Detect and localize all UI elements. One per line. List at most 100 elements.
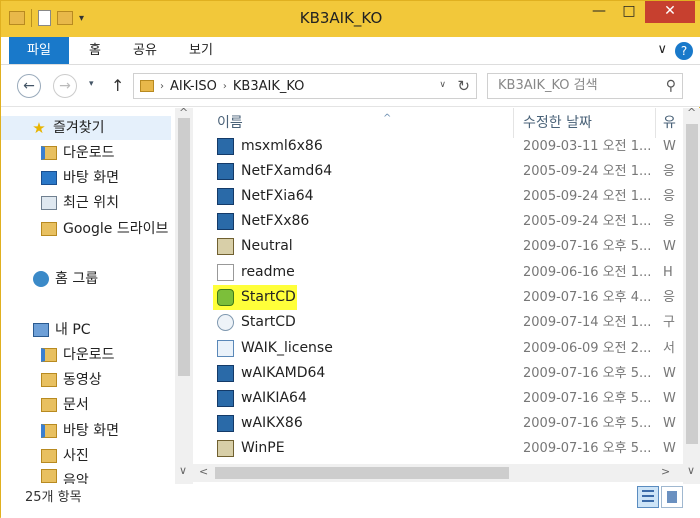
file-row[interactable]: WinPE 2009-07-16 오후 5... W — [213, 436, 683, 461]
sidebar-item-label: 즐겨찾기 — [53, 120, 105, 136]
search-icon[interactable]: ⚲ — [666, 74, 676, 98]
homegroup-icon — [33, 271, 49, 287]
sidebar-scrollbar[interactable]: ^ ∨ — [175, 106, 193, 484]
file-row[interactable]: NetFXx86 2005-09-24 오전 1... 응 — [213, 209, 683, 234]
breadcrumb-kb3aik-ko[interactable]: KB3AIK_KO — [233, 79, 305, 94]
sidebar-item-label: 내 PC — [55, 322, 91, 338]
navigation-pane: ★ 즐겨찾기 다운로드 바탕 화면 최근 위치 Google 드라이브 홈 그룹… — [1, 106, 193, 484]
address-dropdown-icon[interactable]: ∨ — [439, 80, 446, 90]
details-view-button[interactable] — [637, 486, 659, 508]
file-type: 응 — [663, 290, 675, 305]
file-row[interactable]: wAIKIA64 2009-07-16 오후 5... W — [213, 386, 683, 411]
file-name: StartCD — [241, 314, 296, 330]
vertical-scrollbar[interactable]: ^ ∨ — [683, 106, 700, 484]
file-name: wAIKAMD64 — [241, 365, 326, 381]
file-row-highlighted[interactable]: StartCD 2009-07-16 오후 4... 응 — [213, 285, 683, 310]
title-bar: ▾ KB3AIK_KO — □ ✕ — [1, 1, 700, 37]
sidebar-item-pc-desktop[interactable]: 바탕 화면 — [41, 419, 119, 443]
pc-icon — [33, 323, 49, 337]
setup-file-icon — [217, 390, 234, 407]
cab-file-icon — [217, 238, 234, 255]
sidebar-item-this-pc[interactable]: 내 PC — [33, 318, 91, 342]
back-button[interactable]: ← — [17, 74, 41, 98]
tab-file[interactable]: 파일 — [9, 37, 69, 64]
scroll-right-icon[interactable]: > — [661, 465, 670, 478]
setup-file-icon — [217, 163, 234, 180]
file-type: W — [663, 239, 676, 254]
sidebar-item-homegroup[interactable]: 홈 그룹 — [33, 267, 98, 291]
config-file-icon — [217, 314, 234, 331]
up-button[interactable]: ↑ — [111, 76, 124, 95]
horizontal-scrollbar[interactable]: < > — [193, 464, 683, 482]
status-bar: 25개 항목 — [1, 484, 700, 518]
vertical-scroll-thumb[interactable] — [686, 124, 698, 444]
file-row[interactable]: wAIKAMD64 2009-07-16 오후 5... W — [213, 361, 683, 386]
sidebar-scroll-thumb[interactable] — [178, 118, 190, 376]
file-name: StartCD — [241, 289, 296, 305]
tab-share[interactable]: 공유 — [125, 37, 165, 64]
sidebar-item-downloads[interactable]: 다운로드 — [41, 141, 115, 165]
sidebar-item-google-drive[interactable]: Google 드라이브 — [41, 217, 168, 241]
sidebar-item-pc-downloads[interactable]: 다운로드 — [41, 343, 115, 367]
file-type: 구 — [663, 315, 675, 330]
sidebar-item-label: 바탕 화면 — [63, 170, 119, 186]
search-input[interactable]: KB3AIK_KO 검색 ⚲ — [487, 73, 683, 99]
scroll-left-icon[interactable]: < — [199, 465, 208, 478]
sidebar-item-recent[interactable]: 최근 위치 — [41, 191, 119, 215]
minimize-button[interactable]: — — [585, 1, 613, 23]
file-type: W — [663, 391, 676, 406]
file-date: 2009-07-16 오후 5... — [523, 416, 652, 431]
file-row[interactable]: NetFXamd64 2005-09-24 오전 1... 응 — [213, 159, 683, 184]
maximize-button[interactable]: □ — [615, 1, 643, 23]
scroll-down-icon[interactable]: ∨ — [179, 464, 187, 477]
file-row[interactable]: Neutral 2009-07-16 오후 5... W — [213, 234, 683, 259]
address-bar[interactable]: › AIK-ISO › KB3AIK_KO ∨ ↻ — [133, 73, 477, 99]
expand-ribbon-icon[interactable]: ∨ — [657, 42, 667, 60]
file-row[interactable]: WAIK_license 2009-06-09 오전 2... 서 — [213, 336, 683, 361]
details-view-icon — [642, 490, 654, 492]
file-row[interactable]: wAIKX86 2009-07-16 오후 5... W — [213, 411, 683, 436]
folder-icon — [41, 348, 57, 362]
file-row[interactable]: readme 2009-06-16 오전 1... H — [213, 260, 683, 285]
setup-file-icon — [217, 138, 234, 155]
file-type: W — [663, 416, 676, 431]
tab-view[interactable]: 보기 — [181, 37, 221, 64]
file-date: 2005-09-24 오전 1... — [523, 214, 652, 229]
sidebar-item-music[interactable]: 음악 — [41, 469, 89, 484]
close-button[interactable]: ✕ — [645, 1, 695, 23]
large-icons-view-button[interactable] — [661, 486, 683, 508]
sidebar-item-label: 다운로드 — [63, 145, 115, 161]
refresh-icon[interactable]: ↻ — [457, 77, 470, 95]
sidebar-item-documents[interactable]: 문서 — [41, 393, 89, 417]
file-row[interactable]: NetFXia64 2005-09-24 오전 1... 응 — [213, 184, 683, 209]
file-name: wAIKIA64 — [241, 390, 307, 406]
horizontal-scroll-thumb[interactable] — [215, 467, 509, 479]
file-row[interactable]: StartCD 2009-07-14 오전 1... 구 — [213, 310, 683, 335]
sidebar-item-desktop[interactable]: 바탕 화면 — [41, 166, 119, 190]
scroll-down-icon[interactable]: ∨ — [687, 464, 695, 477]
recent-locations-dropdown[interactable]: ▾ — [89, 79, 94, 89]
sidebar-item-favorites[interactable]: ★ 즐겨찾기 — [1, 116, 171, 140]
file-type: W — [663, 366, 676, 381]
breadcrumb-aik-iso[interactable]: AIK-ISO — [170, 79, 217, 94]
file-type: 서 — [663, 341, 675, 356]
file-date: 2005-09-24 오전 1... — [523, 189, 652, 204]
file-name: NetFXamd64 — [241, 163, 333, 179]
folder-icon — [41, 146, 57, 160]
tab-home[interactable]: 홈 — [83, 37, 107, 64]
file-date: 2009-07-16 오후 5... — [523, 391, 652, 406]
scroll-up-icon[interactable]: ^ — [687, 106, 696, 119]
breadcrumb-separator[interactable]: › — [160, 81, 164, 92]
sidebar-item-videos[interactable]: 동영상 — [41, 368, 102, 392]
file-date: 2009-06-16 오전 1... — [523, 265, 652, 280]
explorer-window: ▾ KB3AIK_KO — □ ✕ 파일 홈 공유 보기 ∨ ? ← → ▾ ↑… — [0, 0, 700, 518]
folder-icon — [41, 398, 57, 412]
help-icon[interactable]: ? — [675, 42, 693, 60]
breadcrumb-separator[interactable]: › — [223, 81, 227, 92]
file-date: 2005-09-24 오전 1... — [523, 164, 652, 179]
file-date: 2009-03-11 오전 1... — [523, 139, 652, 154]
file-row[interactable]: msxml6x86 2009-03-11 오전 1... W — [213, 134, 683, 159]
large-icons-view-icon — [667, 491, 677, 503]
forward-button[interactable]: → — [53, 74, 77, 98]
sidebar-item-pictures[interactable]: 사진 — [41, 444, 89, 468]
